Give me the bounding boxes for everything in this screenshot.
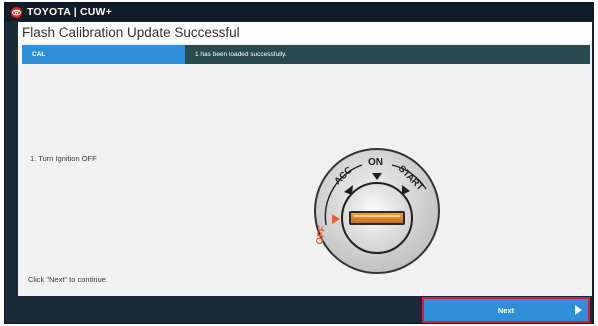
page-title: Flash Calibration Update Successful [18, 22, 592, 43]
chevron-right-icon [575, 305, 582, 315]
bottom-bar: Next [5, 296, 593, 323]
brand-bar: TOYOTA | CUW+ [5, 3, 593, 21]
app-window: TOYOTA | CUW+ Flash Calibration Update S… [4, 2, 594, 324]
continue-instruction: Click "Next" to continue. [28, 275, 108, 284]
brand-title: TOYOTA | CUW+ [27, 6, 112, 18]
cal-status-row: CAL 1 has been loaded successfully. [22, 45, 590, 64]
ignition-label-on: ON [368, 157, 383, 168]
next-button[interactable]: Next [422, 297, 590, 323]
cal-label: CAL [22, 45, 185, 64]
instruction-step: 1. Turn Ignition OFF [30, 154, 97, 163]
main-content: Flash Calibration Update Successful CAL … [18, 22, 592, 296]
cal-status-value: 1 has been loaded successfully. [185, 45, 590, 64]
toyota-logo-icon [11, 6, 22, 18]
next-button-label: Next [497, 305, 515, 315]
ignition-switch-illustration: ON ACC START OFF [314, 148, 440, 274]
key-slot [349, 211, 405, 225]
key-slot-highlight [354, 215, 400, 217]
